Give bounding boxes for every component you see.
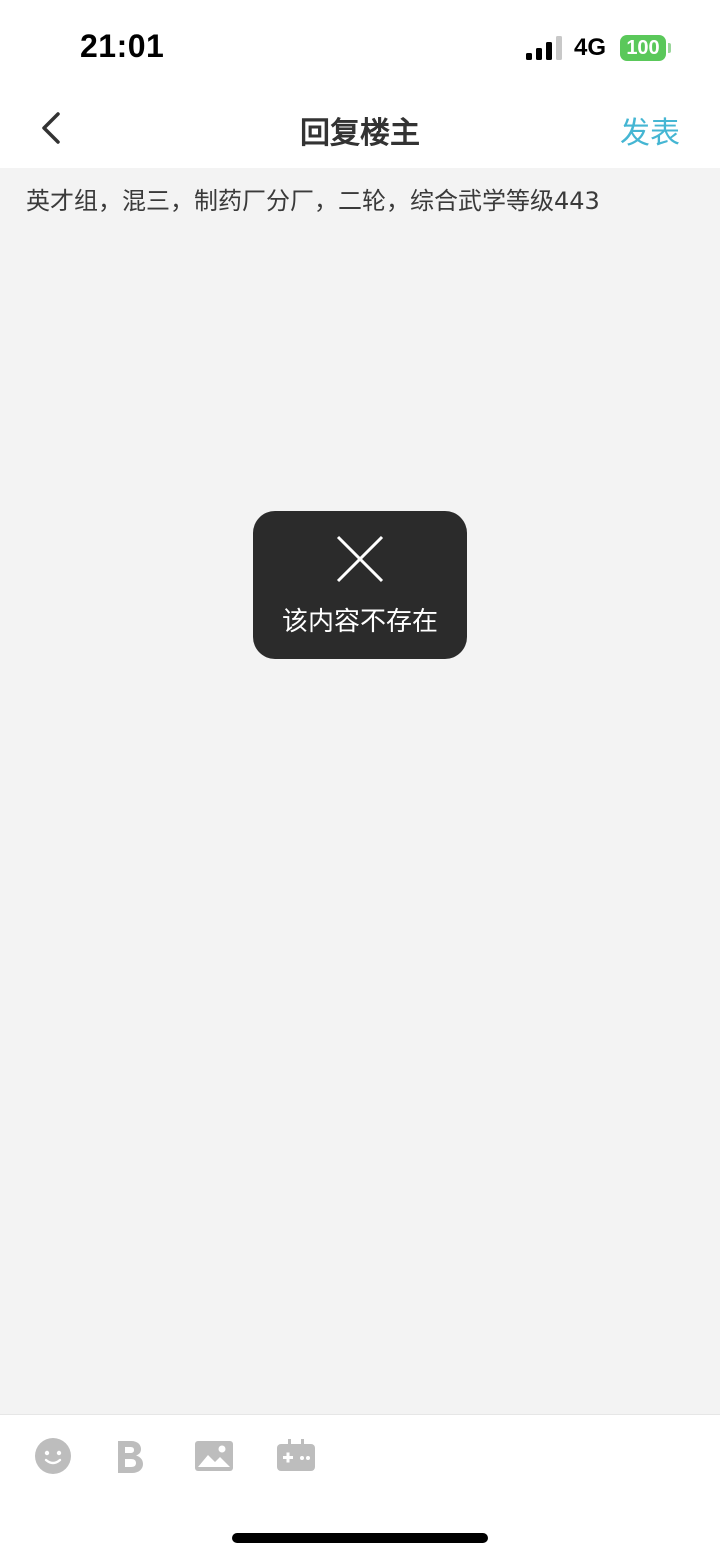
signal-icon: [526, 36, 562, 60]
reply-text-area[interactable]: 英才组，混三，制药厂分厂，二轮，综合武学等级443: [26, 184, 696, 218]
bold-icon[interactable]: [108, 1435, 150, 1477]
chevron-left-icon[interactable]: [30, 106, 74, 150]
battery-tip: [668, 43, 671, 53]
nav-bar: 回复楼主 发表: [0, 92, 720, 168]
network-label: 4G: [574, 34, 607, 61]
home-indicator: [232, 1533, 488, 1543]
game-icon[interactable]: [275, 1435, 317, 1477]
error-toast: 该内容不存在: [253, 511, 467, 659]
editor-toolbar: [0, 1414, 720, 1559]
image-icon[interactable]: [193, 1435, 235, 1477]
emoji-icon[interactable]: [32, 1435, 74, 1477]
close-icon: [336, 535, 384, 583]
battery-icon: 100: [620, 35, 666, 61]
status-bar: 21:01 4G 100: [0, 0, 720, 92]
page-title: 回复楼主: [300, 116, 420, 151]
toast-message: 该内容不存在: [281, 607, 438, 637]
status-time: 21:01: [80, 28, 165, 64]
publish-button[interactable]: 发表: [620, 108, 680, 152]
